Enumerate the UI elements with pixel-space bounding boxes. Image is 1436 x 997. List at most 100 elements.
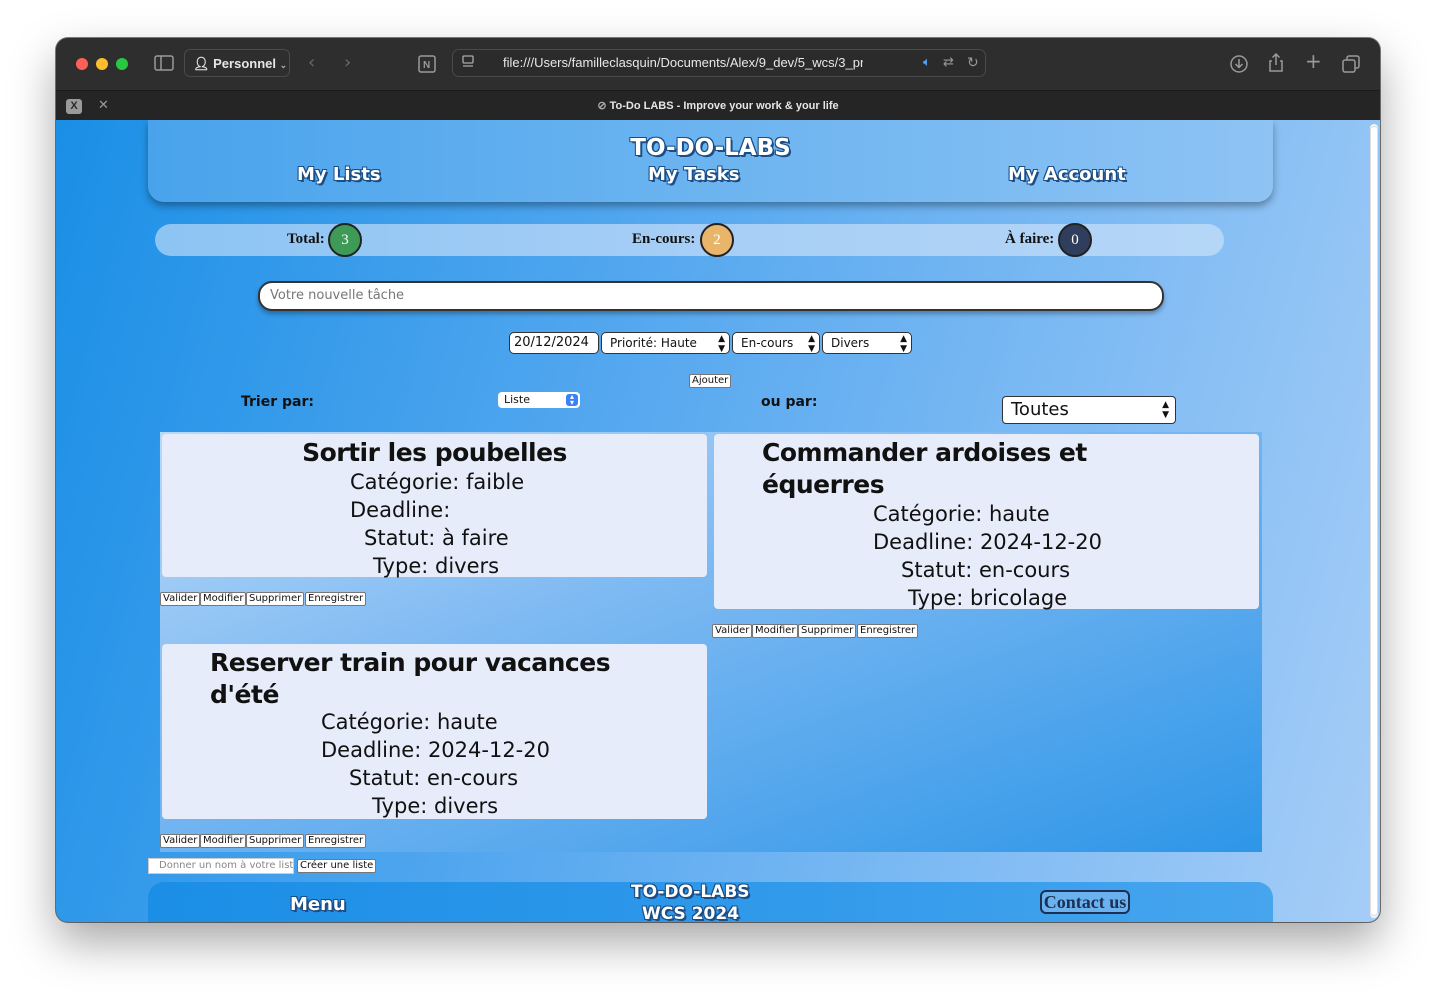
total-count-badge: 3 <box>328 223 362 257</box>
task-type: Type: divers <box>372 794 499 818</box>
nav-my-account[interactable]: My Account <box>1008 164 1126 185</box>
validate-button[interactable]: Valider <box>712 624 753 638</box>
edit-button[interactable]: Modifier <box>752 624 799 638</box>
tab-title: To-Do LABS - Improve your work & your li… <box>609 100 839 112</box>
task-title: Reserver train pour vacances <box>210 648 611 677</box>
site-footer: Menu TO-DO-LABS WCS 2024 Contact us <box>148 882 1273 922</box>
sound-icon[interactable]: 🔈︎ <box>923 55 931 71</box>
task-card: Reserver train pour vacances d'été Catég… <box>162 644 707 819</box>
inprogress-count-badge: 2 <box>700 223 734 257</box>
task-title: Commander ardoises et <box>762 438 1087 467</box>
svg-text:N: N <box>423 60 430 71</box>
new-list-input[interactable]: Donner un nom à votre liste <box>148 858 294 874</box>
task-card: Commander ardoises et équerres Catégorie… <box>714 434 1259 610</box>
add-task-button[interactable]: Ajouter <box>689 374 732 388</box>
delete-button[interactable]: Supprimer <box>246 834 305 848</box>
sidebar-icon[interactable] <box>154 55 174 74</box>
tabs-overview-icon[interactable] <box>1342 55 1360 76</box>
validate-button[interactable]: Valider <box>160 834 201 848</box>
forward-icon[interactable]: › <box>344 54 351 72</box>
compass-icon: ⊘ <box>597 100 610 112</box>
back-icon[interactable]: ‹ <box>308 54 315 72</box>
inprogress-label: En-cours: <box>632 231 696 247</box>
save-button[interactable]: Enregistrer <box>305 592 367 606</box>
task-type: Type: divers <box>373 554 500 578</box>
footer-menu[interactable]: Menu <box>290 894 346 915</box>
address-bar[interactable]: file:///Users/familleclasquin/Documents/… <box>452 49 986 77</box>
select-arrows-icon: ▲ ▼ <box>1162 400 1169 420</box>
sort-by-value: Liste <box>504 393 530 406</box>
task-title: Sortir les poubelles <box>302 438 567 467</box>
task-type: Type: bricolage <box>908 586 1068 610</box>
todo-count-badge: 0 <box>1058 223 1092 257</box>
task-card: Sortir les poubelles Catégorie: faible D… <box>162 434 707 578</box>
site-header: TO-DO-LABS My Lists My Tasks My Account <box>148 120 1273 202</box>
zoom-window-button[interactable] <box>116 58 128 70</box>
tab-bar: X ✕ ⊘ To-Do LABS - Improve your work & y… <box>56 90 1380 121</box>
url-text[interactable]: file:///Users/familleclasquin/Documents/… <box>503 50 863 76</box>
active-tab[interactable]: ⊘ To-Do LABS - Improve your work & your … <box>56 99 1380 112</box>
contact-us-button[interactable]: Contact us <box>1040 890 1130 914</box>
deadline-date-input[interactable]: 20/12/2024 <box>509 332 599 354</box>
todo-label: À faire: <box>1005 231 1055 247</box>
priority-select[interactable]: Priorité: Haute ▲ ▼ <box>601 332 730 354</box>
footer-logo: TO-DO-LABS <box>631 882 750 902</box>
task-list: Sortir les poubelles Catégorie: faible D… <box>160 432 1262 852</box>
task-category: Catégorie: faible <box>350 470 525 494</box>
new-tab-icon[interactable]: + <box>1305 51 1322 71</box>
select-arrows-icon: ▲ ▼ <box>900 334 907 354</box>
task-title-continued: d'été <box>210 680 279 709</box>
task-deadline: Deadline: <box>350 498 451 522</box>
site-logo[interactable]: TO-DO-LABS <box>148 135 1273 161</box>
task-status: Statut: en-cours <box>349 766 519 790</box>
select-arrows-icon: ▴ ▾ <box>566 393 578 407</box>
select-arrows-icon: ▲ ▼ <box>808 334 815 354</box>
task-deadline: Deadline: 2024-12-20 <box>873 530 1102 554</box>
title-bar: 👤︎ Personnel ⌄ ‹ › N file:///Users/famil… <box>56 38 1380 90</box>
delete-button[interactable]: Supprimer <box>246 592 305 606</box>
priority-value: Priorité: Haute <box>610 336 697 350</box>
date-value: 20/12/2024 <box>514 335 589 350</box>
chevron-down-icon: ⌄ <box>279 60 288 70</box>
reader-icon[interactable] <box>461 55 475 72</box>
create-list-button[interactable]: Créer une liste <box>297 859 377 873</box>
task-category: Catégorie: haute <box>321 710 498 734</box>
task-counters: Total: 3 En-cours: 2 À faire: 0 <box>155 223 1224 257</box>
nav-my-tasks[interactable]: My Tasks <box>648 164 739 185</box>
filter-select[interactable]: Toutes ▲ ▼ <box>1002 396 1176 424</box>
delete-button[interactable]: Supprimer <box>798 624 857 638</box>
minimize-window-button[interactable] <box>96 58 108 70</box>
type-select[interactable]: Divers ▲ ▼ <box>822 332 912 354</box>
browser-window: 👤︎ Personnel ⌄ ‹ › N file:///Users/famil… <box>56 38 1380 922</box>
filter-value: Toutes <box>1011 399 1069 420</box>
save-button[interactable]: Enregistrer <box>305 834 367 848</box>
save-button[interactable]: Enregistrer <box>857 624 919 638</box>
close-window-button[interactable] <box>76 58 88 70</box>
page-content: TO-DO-LABS My Lists My Tasks My Account … <box>56 120 1380 922</box>
sort-by-label: Trier par: <box>241 394 314 410</box>
status-select[interactable]: En-cours ▲ ▼ <box>732 332 820 354</box>
scrollbar-thumb[interactable] <box>1370 126 1378 916</box>
type-value: Divers <box>831 336 870 350</box>
task-status: Statut: à faire <box>364 526 509 550</box>
new-task-input[interactable]: Votre nouvelle tâche <box>258 281 1164 311</box>
task-status: Statut: en-cours <box>901 558 1071 582</box>
edit-button[interactable]: Modifier <box>200 592 247 606</box>
task-title-continued: équerres <box>762 470 885 499</box>
share-icon[interactable] <box>1268 52 1284 76</box>
profile-button[interactable]: 👤︎ Personnel ⌄ <box>184 49 290 77</box>
edit-button[interactable]: Modifier <box>200 834 247 848</box>
person-icon: 👤︎ <box>193 56 210 71</box>
or-by-label: ou par: <box>761 394 818 410</box>
download-icon[interactable] <box>1230 55 1248 76</box>
task-deadline: Deadline: 2024-12-20 <box>321 738 550 762</box>
sort-by-select[interactable]: Liste ▴ ▾ <box>498 392 580 408</box>
reload-icon[interactable]: ↻ <box>967 55 979 71</box>
status-value: En-cours <box>741 336 794 350</box>
validate-button[interactable]: Valider <box>160 592 201 606</box>
notion-icon[interactable]: N <box>418 55 436 76</box>
translate-icon[interactable]: ⇄ <box>943 55 954 71</box>
footer-subtitle: WCS 2024 <box>642 904 740 922</box>
nav-my-lists[interactable]: My Lists <box>297 164 381 185</box>
total-label: Total: <box>287 231 325 247</box>
